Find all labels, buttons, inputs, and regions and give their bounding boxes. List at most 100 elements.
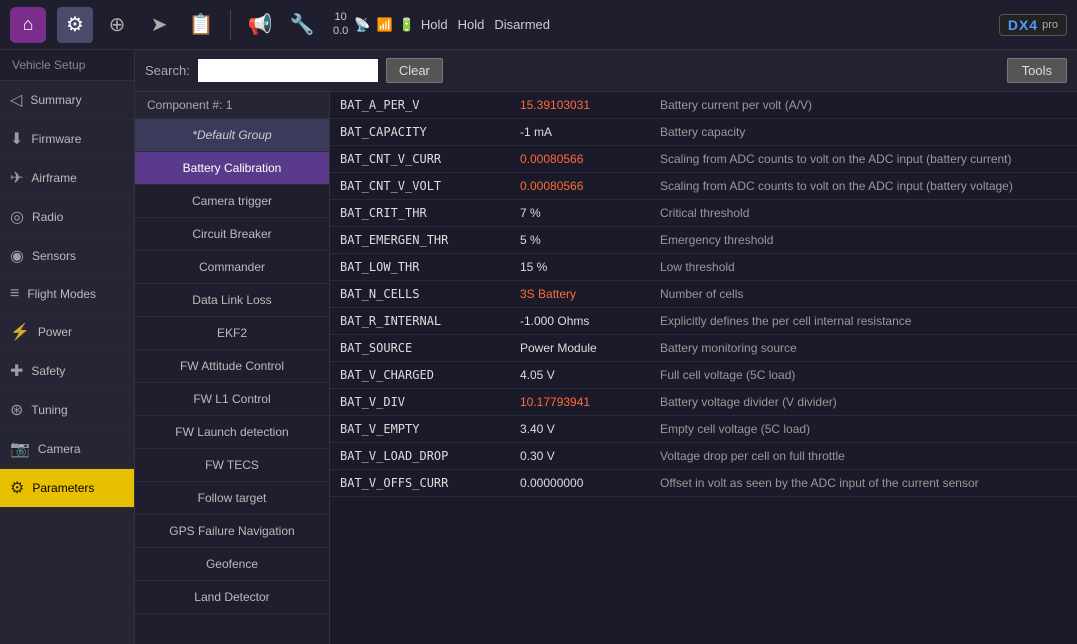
group-item-follow-target[interactable]: Follow target (135, 482, 329, 515)
params-table: BAT_A_PER_V 15.39103031 Battery current … (330, 92, 1077, 644)
table-row: BAT_CRIT_THR 7 % Critical threshold (330, 200, 1077, 227)
safety-icon: ✚ (10, 361, 23, 381)
sidebar-item-firmware[interactable]: ⬇ Firmware (0, 120, 134, 159)
sidebar-item-camera[interactable]: 📷 Camera (0, 430, 134, 469)
param-value: 0.30 V (520, 449, 650, 463)
sidebar-item-airframe[interactable]: ✈ Airframe (0, 159, 134, 198)
firmware-icon: ⬇ (10, 129, 23, 149)
param-desc: Scaling from ADC counts to volt on the A… (660, 179, 1067, 193)
table-row: BAT_V_CHARGED 4.05 V Full cell voltage (… (330, 362, 1077, 389)
settings-nav-btn[interactable]: ⚙ (57, 7, 93, 43)
param-value: 10.17793941 (520, 395, 650, 409)
group-item-commander[interactable]: Commander (135, 251, 329, 284)
search-label: Search: (145, 63, 190, 78)
search-input[interactable] (198, 59, 378, 82)
group-item-geofence[interactable]: Geofence (135, 548, 329, 581)
tools-nav-btn[interactable]: 🔧 (284, 7, 320, 43)
param-name: BAT_CAPACITY (340, 125, 510, 139)
param-desc: Scaling from ADC counts to volt on the A… (660, 152, 1067, 166)
table-row: BAT_V_LOAD_DROP 0.30 V Voltage drop per … (330, 443, 1077, 470)
group-item-fw-tecs[interactable]: FW TECS (135, 449, 329, 482)
tools-button[interactable]: Tools (1007, 58, 1067, 83)
param-name: BAT_CRIT_THR (340, 206, 510, 220)
param-value: Power Module (520, 341, 650, 355)
speaker-btn[interactable]: 📢 (242, 7, 278, 43)
group-item-circuit-breaker[interactable]: Circuit Breaker (135, 218, 329, 251)
log-nav-btn[interactable]: 📋 (183, 7, 219, 43)
sidebar-item-parameters-label: Parameters (32, 481, 94, 495)
param-name: BAT_EMERGEN_THR (340, 233, 510, 247)
param-name: BAT_R_INTERNAL (340, 314, 510, 328)
param-value: 3S Battery (520, 287, 650, 301)
clear-button[interactable]: Clear (386, 58, 443, 83)
sidebar-item-summary-label: Summary (30, 93, 81, 107)
table-row: BAT_V_OFFS_CURR 0.00000000 Offset in vol… (330, 470, 1077, 497)
table-row: BAT_SOURCE Power Module Battery monitori… (330, 335, 1077, 362)
param-desc: Battery current per volt (A/V) (660, 98, 1067, 112)
table-row: BAT_EMERGEN_THR 5 % Emergency threshold (330, 227, 1077, 254)
sidebar-item-power-label: Power (38, 325, 72, 339)
sidebar-item-sensors-label: Sensors (32, 249, 76, 263)
sidebar: Vehicle Setup ◁ Summary ⬇ Firmware ✈ Air… (0, 50, 135, 644)
param-name: BAT_N_CELLS (340, 287, 510, 301)
sidebar-item-summary[interactable]: ◁ Summary (0, 81, 134, 120)
param-name: BAT_CNT_V_CURR (340, 152, 510, 166)
group-item-gps-failure-navigation[interactable]: GPS Failure Navigation (135, 515, 329, 548)
battery-icon: 🔋 (399, 17, 415, 33)
param-value: 0.00000000 (520, 476, 650, 490)
hold-status: Hold (458, 17, 485, 32)
sidebar-item-safety[interactable]: ✚ Safety (0, 352, 134, 391)
param-value: 15 % (520, 260, 650, 274)
sidebar-item-sensors[interactable]: ◉ Sensors (0, 237, 134, 276)
param-name: BAT_SOURCE (340, 341, 510, 355)
groups-list: Component #: 1 *Default Group Battery Ca… (135, 92, 330, 644)
sidebar-item-tuning-label: Tuning (31, 403, 67, 417)
send-nav-btn[interactable]: ➤ (141, 7, 177, 43)
px4-version-badge: DX4 pro (999, 14, 1067, 36)
table-row: BAT_CNT_V_VOLT 0.00080566 Scaling from A… (330, 173, 1077, 200)
param-desc: Explicitly defines the per cell internal… (660, 314, 1067, 328)
param-desc: Battery capacity (660, 125, 1067, 139)
sidebar-item-parameters[interactable]: ⚙ Parameters (0, 469, 134, 508)
param-desc: Emergency threshold (660, 233, 1067, 247)
params-panel: Search: Clear Tools Component #: 1 *Defa… (135, 50, 1077, 644)
group-item-battery-calibration[interactable]: Battery Calibration (135, 152, 329, 185)
param-desc: Low threshold (660, 260, 1067, 274)
app-logo-icon[interactable]: ⌂ (10, 7, 46, 43)
param-name: BAT_V_CHARGED (340, 368, 510, 382)
sidebar-item-flight-modes[interactable]: ≡ Flight Modes (0, 276, 134, 313)
sidebar-item-safety-label: Safety (31, 364, 65, 378)
px4-pro-text: pro (1042, 19, 1058, 31)
sidebar-title: Vehicle Setup (0, 50, 134, 81)
group-item-fw-launch-detection[interactable]: FW Launch detection (135, 416, 329, 449)
param-name: BAT_A_PER_V (340, 98, 510, 112)
sidebar-item-radio[interactable]: ◎ Radio (0, 198, 134, 237)
main-layout: Vehicle Setup ◁ Summary ⬇ Firmware ✈ Air… (0, 50, 1077, 644)
group-item-fw-attitude-control[interactable]: FW Attitude Control (135, 350, 329, 383)
table-row: BAT_V_DIV 10.17793941 Battery voltage di… (330, 389, 1077, 416)
param-value: 0.00080566 (520, 179, 650, 193)
param-desc: Full cell voltage (5C load) (660, 368, 1067, 382)
airframe-icon: ✈ (10, 168, 23, 188)
battery-percent: Hold (421, 17, 448, 32)
group-item-fw-l1-control[interactable]: FW L1 Control (135, 383, 329, 416)
param-desc: Critical threshold (660, 206, 1067, 220)
param-desc: Voltage drop per cell on full throttle (660, 449, 1067, 463)
param-name: BAT_V_DIV (340, 395, 510, 409)
table-row: BAT_CAPACITY -1 mA Battery capacity (330, 119, 1077, 146)
sidebar-item-tuning[interactable]: ⊛ Tuning (0, 391, 134, 430)
group-item-data-link-loss[interactable]: Data Link Loss (135, 284, 329, 317)
group-item-camera-trigger[interactable]: Camera trigger (135, 185, 329, 218)
group-item-default[interactable]: *Default Group (135, 119, 329, 152)
sidebar-item-power[interactable]: ⚡ Power (0, 313, 134, 352)
component-header: Component #: 1 (135, 92, 329, 119)
map-nav-btn[interactable]: ⊕ (99, 7, 135, 43)
signal-icon: 📶 (376, 17, 392, 33)
table-row: BAT_V_EMPTY 3.40 V Empty cell voltage (5… (330, 416, 1077, 443)
group-item-land-detector[interactable]: Land Detector (135, 581, 329, 614)
param-value: 4.05 V (520, 368, 650, 382)
sidebar-item-camera-label: Camera (38, 442, 81, 456)
param-desc: Empty cell voltage (5C load) (660, 422, 1067, 436)
group-item-ekf2[interactable]: EKF2 (135, 317, 329, 350)
topbar-status: 100.0 📡 📶 🔋 Hold Hold Disarmed (333, 11, 550, 37)
